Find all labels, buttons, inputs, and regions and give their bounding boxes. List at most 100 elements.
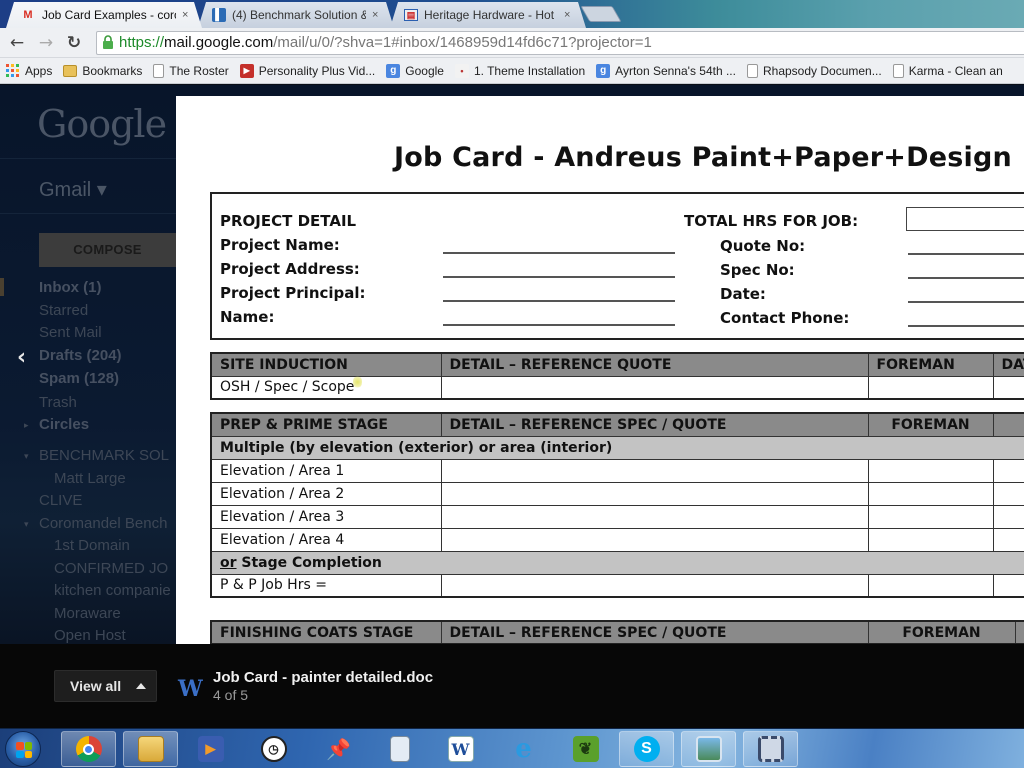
page-icon	[892, 63, 904, 78]
close-icon[interactable]: ×	[372, 9, 378, 21]
label-coromandel-bench[interactable]: Coromandel Bench	[39, 515, 167, 532]
gmail-icon: M	[23, 9, 33, 21]
bookmark-rhapsody[interactable]: Rhapsody Documen...	[746, 63, 882, 78]
nav-spam[interactable]: Spam (128)	[39, 370, 119, 387]
bookmark-theme-installation[interactable]: • 1. Theme Installation	[454, 63, 586, 78]
nav-drafts[interactable]: Drafts (204)	[39, 347, 122, 364]
label-open-host[interactable]: Open Host	[54, 627, 126, 644]
taskbar-explorer[interactable]	[123, 731, 178, 767]
bookmark-karma[interactable]: Karma - Clean an	[892, 63, 1003, 78]
project-principal-label: Project Principal:	[220, 284, 366, 302]
google-icon: g	[386, 63, 401, 78]
total-hrs-label: TOTAL HRS FOR JOB:	[684, 212, 859, 230]
nav-sent-mail[interactable]: Sent Mail	[39, 324, 102, 341]
tab-benchmark-solution[interactable]: ▌ (4) Benchmark Solution & ×	[198, 2, 394, 28]
nav-trash[interactable]: Trash	[39, 394, 77, 411]
row-label: Elevation / Area 4	[210, 527, 442, 552]
tab-heritage-hardware[interactable]: ▤ Heritage Hardware - Hot I ×	[390, 2, 586, 28]
project-detail-heading: PROJECT DETAIL	[220, 212, 357, 230]
detail-cell	[440, 573, 869, 598]
collapse-triangle-icon[interactable]: ▾	[24, 520, 29, 530]
view-all-label: View all	[70, 678, 122, 694]
taskbar-internet-explorer[interactable]: e	[496, 731, 551, 767]
bookmark-label: Karma - Clean an	[908, 63, 1003, 78]
taskbar-chrome[interactable]	[61, 731, 116, 767]
apps-grid-icon	[6, 63, 20, 78]
bookmark-ayrton-senna[interactable]: g Ayrton Senna's 54th ...	[596, 63, 736, 78]
collapse-triangle-icon[interactable]: ▾	[24, 452, 29, 462]
expand-triangle-icon[interactable]: ▸	[24, 421, 29, 431]
label-benchmark-sol[interactable]: BENCHMARK SOL	[39, 447, 169, 464]
project-address-label: Project Address:	[220, 260, 360, 278]
previous-attachment-button[interactable]: ‹	[17, 345, 26, 370]
back-button[interactable]: ←	[6, 32, 28, 54]
bookmark-label: Rhapsody Documen...	[762, 63, 882, 78]
subheader-stage-completion: or Stage Completion	[210, 550, 1024, 575]
header-foreman: FOREMAN	[867, 412, 994, 437]
taskbar-media-player[interactable]: ▶	[183, 731, 238, 767]
nav-starred[interactable]: Starred	[39, 302, 88, 319]
compose-button[interactable]: COMPOSE	[39, 233, 176, 267]
bookmark-bookmarks[interactable]: Bookmarks	[63, 64, 142, 78]
word-icon: W	[447, 736, 474, 762]
label-matt-large[interactable]: Matt Large	[54, 470, 126, 487]
divider	[0, 213, 176, 214]
reload-button[interactable]: ↻	[63, 32, 85, 54]
stage-completion-text: Stage Completion	[236, 554, 382, 571]
taskbar-movie-maker[interactable]	[743, 731, 798, 767]
label-moraware[interactable]: Moraware	[54, 605, 121, 622]
bookmark-label: The Roster	[169, 63, 229, 78]
view-all-button[interactable]: View all	[54, 670, 157, 702]
detail-cell	[440, 504, 869, 529]
bookmark-apps[interactable]: Apps	[6, 63, 53, 78]
taskbar-evernote[interactable]: ❦	[558, 731, 613, 767]
extra-cell	[992, 573, 1024, 598]
bookmark-label: 1. Theme Installation	[473, 63, 586, 78]
name-label: Name:	[220, 308, 275, 326]
bookmark-the-roster[interactable]: The Roster	[153, 63, 229, 78]
forward-button[interactable]: →	[35, 32, 57, 54]
new-tab-button[interactable]	[580, 6, 622, 22]
detail-cell	[440, 481, 869, 506]
bookmark-label: Personality Plus Vid...	[258, 63, 376, 78]
inbox-indicator	[0, 278, 4, 296]
address-bar[interactable]: https://mail.google.com/mail/u/0/?shva=1…	[96, 31, 1024, 55]
nav-circles[interactable]: Circles	[39, 416, 89, 433]
header-detail-reference-quote: DETAIL – REFERENCE QUOTE	[440, 352, 869, 377]
tab-job-card-examples[interactable]: M Job Card Examples - corol ×	[6, 2, 202, 28]
google-icon: g	[596, 63, 611, 78]
close-icon[interactable]: ×	[564, 9, 570, 21]
photo-viewer-icon	[695, 736, 722, 762]
bookmark-personality-plus[interactable]: ▶ Personality Plus Vid...	[239, 63, 376, 78]
movie-maker-icon	[757, 736, 784, 762]
gmail-menu[interactable]: Gmail ▾	[39, 177, 107, 202]
taskbar-photo-viewer[interactable]	[681, 731, 736, 767]
label-kitchen-companie[interactable]: kitchen companie	[54, 582, 171, 599]
subheader-row: Multiple (by elevation (exterior) or are…	[210, 435, 1024, 460]
page-icon	[746, 63, 758, 78]
label-clive[interactable]: CLIVE	[39, 492, 82, 509]
start-button[interactable]	[5, 731, 41, 767]
label-1st-domain[interactable]: 1st Domain	[54, 537, 130, 554]
bookmark-label: Bookmarks	[82, 63, 143, 78]
bookmark-label: Apps	[25, 63, 53, 78]
taskbar-calculator[interactable]	[372, 731, 427, 767]
google-logo: Google	[37, 102, 167, 146]
lock-icon	[103, 35, 113, 49]
taskbar-clock[interactable]: ◷	[246, 731, 301, 767]
taskbar-word[interactable]: W	[433, 731, 488, 767]
row-label: Elevation / Area 3	[210, 504, 442, 529]
header-finishing-coats-stage: FINISHING COATS STAGE	[210, 620, 442, 644]
label-confirmed-jo[interactable]: CONFIRMED JO	[54, 560, 168, 577]
total-hrs-box	[906, 207, 1024, 231]
browser-toolbar: ← → ↻ https://mail.google.com/mail/u/0/?…	[0, 28, 1024, 58]
finishing-coats-table: FINISHING COATS STAGE DETAIL – REFERENCE…	[210, 620, 1024, 644]
taskbar-skype[interactable]: S	[619, 731, 674, 767]
taskbar-pushpin[interactable]: 📌	[311, 731, 366, 767]
bookmark-google[interactable]: g Google	[386, 63, 444, 78]
nav-inbox[interactable]: Inbox (1)	[39, 279, 102, 296]
header-detail-reference-spec-quote: DETAIL – REFERENCE SPEC / QUOTE	[440, 412, 869, 437]
close-icon[interactable]: ×	[182, 9, 188, 21]
site-icon: ▤	[404, 9, 418, 21]
attachment-position: 4 of 5	[213, 687, 249, 703]
